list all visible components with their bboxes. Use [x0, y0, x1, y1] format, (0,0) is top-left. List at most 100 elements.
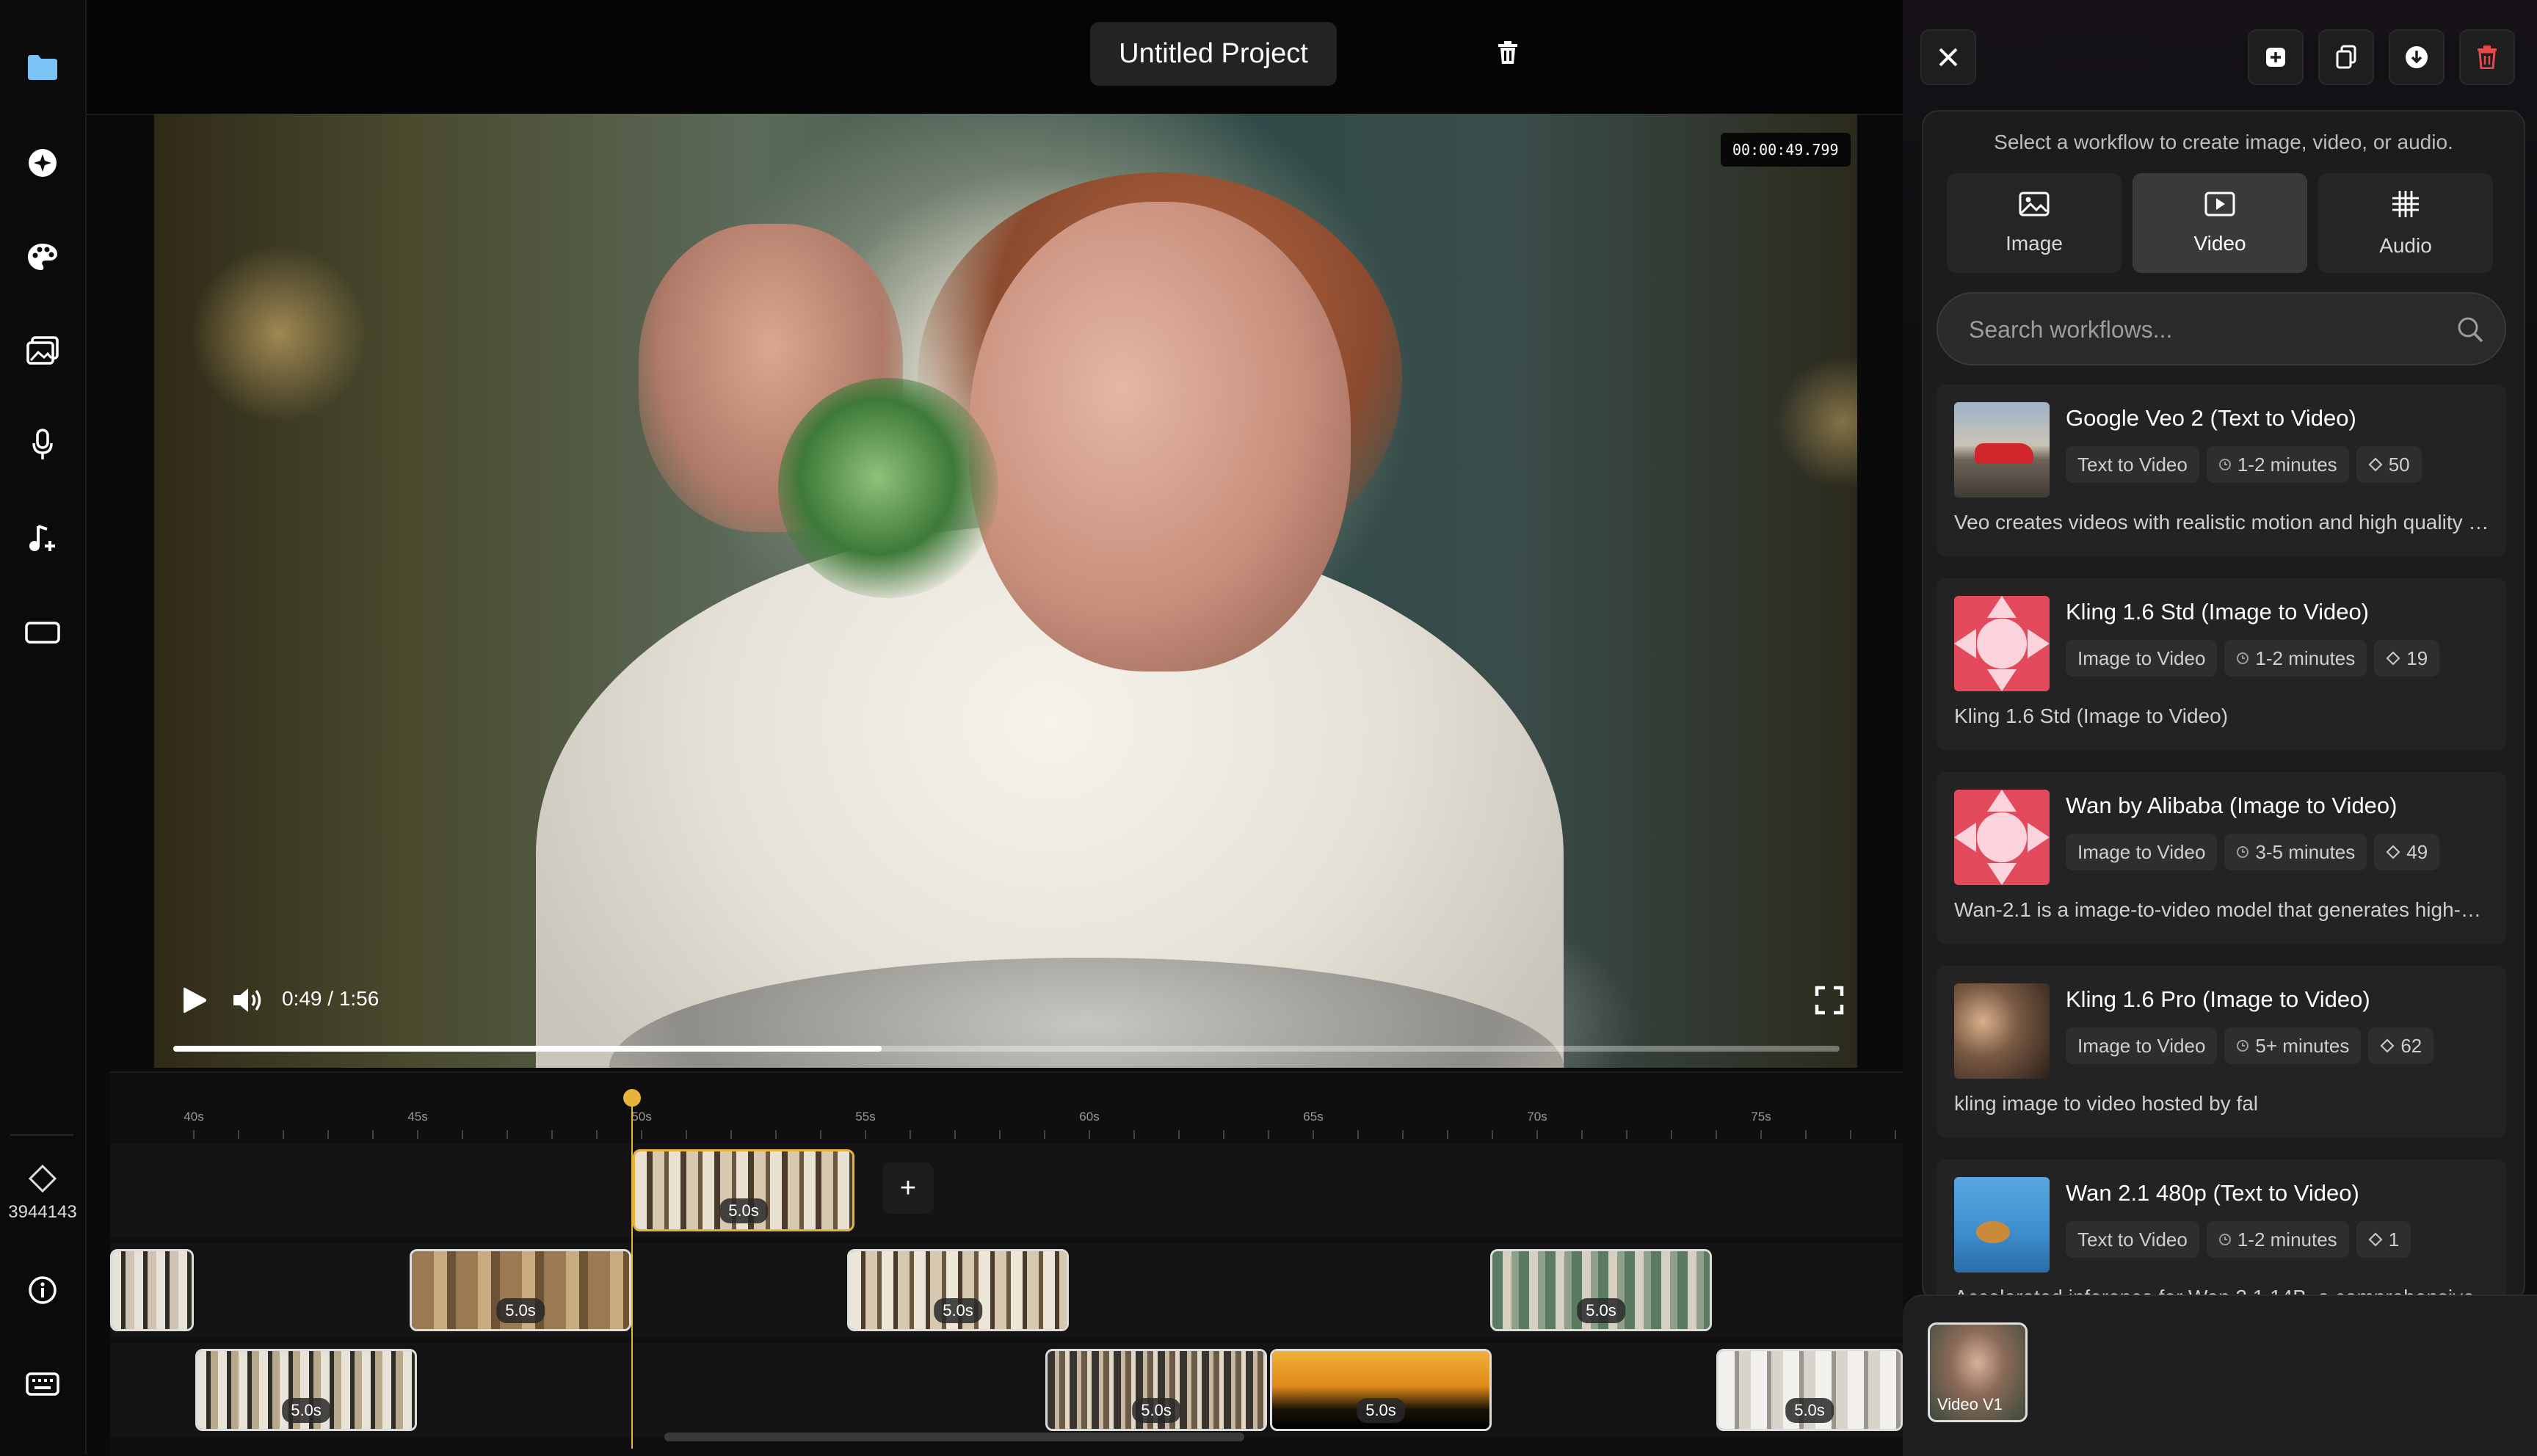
tab-video[interactable]: Video — [2133, 173, 2307, 273]
download-icon[interactable] — [2389, 29, 2445, 85]
video-preview[interactable]: 00:00:49.799 0:49 / 1:56 — [154, 114, 1857, 1068]
ruler-tick-mark — [686, 1130, 687, 1139]
workflow-type-badge: Text to Video — [2066, 1221, 2199, 1258]
ruler-tick-mark — [1626, 1130, 1627, 1139]
delete-project-trash-icon[interactable] — [1487, 32, 1528, 73]
asset-bar: Video V1 — [1903, 1295, 2537, 1456]
ruler-tick-mark — [1671, 1130, 1672, 1139]
clip-duration-label: 5.0s — [934, 1298, 982, 1323]
image-icon — [2019, 192, 2050, 222]
workflow-search[interactable] — [1937, 292, 2506, 365]
folder-icon[interactable] — [21, 46, 65, 90]
ruler-tick-mark — [372, 1130, 374, 1139]
timeline-clip[interactable] — [110, 1249, 194, 1331]
workflow-card-google-veo-2[interactable]: Google Veo 2 (Text to Video) Text to Vid… — [1937, 385, 2506, 556]
timeline-ruler[interactable]: 40s 45s 50s 55s 60s 65s 70s 75s — [110, 1073, 1941, 1139]
ruler-tick-label: 40s — [184, 1110, 204, 1124]
search-icon[interactable] — [2456, 316, 2484, 343]
ruler-tick-mark — [1402, 1130, 1404, 1139]
workflow-cost-badge: 62 — [2368, 1027, 2434, 1064]
timecode-readout: 00:00:49.799 — [1721, 133, 1851, 167]
credits-diamond-icon — [2386, 845, 2400, 859]
workflow-title: Kling 1.6 Pro (Image to Video) — [2066, 986, 2370, 1012]
close-icon[interactable] — [1920, 29, 1976, 85]
workflow-card-kling-1-6-std[interactable]: Kling 1.6 Std (Image to Video) Image to … — [1937, 578, 2506, 750]
duplicate-icon[interactable] — [2318, 29, 2374, 85]
ruler-tick-mark — [1492, 1130, 1493, 1139]
ruler-tick-label: 75s — [1751, 1110, 1771, 1124]
workflow-thumbnail — [1954, 983, 2050, 1079]
credits-diamond-icon — [2368, 457, 2383, 472]
fullscreen-icon[interactable] — [1815, 986, 1844, 1015]
workflow-title: Google Veo 2 (Text to Video) — [2066, 405, 2356, 431]
workflow-thumbnail — [1954, 790, 2050, 885]
keyboard-icon[interactable] — [21, 1362, 65, 1406]
workflow-duration-text: 1-2 minutes — [2237, 1228, 2337, 1251]
delete-trash-icon[interactable] — [2459, 29, 2515, 85]
ruler-tick-mark — [1133, 1130, 1135, 1139]
asset-thumbnail-video-v1[interactable]: Video V1 — [1928, 1322, 2028, 1422]
workflow-type-text: Image to Video — [2077, 647, 2206, 669]
workflow-duration-text: 1-2 minutes — [2237, 453, 2337, 476]
ruler-tick-mark — [327, 1130, 329, 1139]
timeline[interactable]: 40s 45s 50s 55s 60s 65s 70s 75s 5.0s + 5.0s 5.0… — [110, 1071, 1941, 1456]
info-icon[interactable] — [21, 1268, 65, 1312]
playback-progress-fill — [173, 1046, 882, 1052]
ruler-tick-mark — [551, 1130, 553, 1139]
add-clip-button[interactable]: + — [882, 1162, 934, 1214]
workflow-type-badge: Image to Video — [2066, 1027, 2218, 1064]
timeline-clip[interactable]: 5.0s — [1716, 1349, 1903, 1431]
workflow-duration-text: 1-2 minutes — [2255, 647, 2356, 669]
timeline-clip[interactable]: 5.0s — [1490, 1249, 1712, 1331]
workflow-type-badge: Image to Video — [2066, 640, 2218, 677]
workflow-thumbnail — [1954, 1177, 2050, 1273]
playhead-handle[interactable] — [623, 1089, 641, 1107]
workflow-cost-badge: 50 — [2356, 446, 2422, 483]
tab-audio[interactable]: Audio — [2318, 173, 2493, 273]
workflow-card-wan-2-1-480p[interactable]: Wan 2.1 480p (Text to Video) Text to Vid… — [1937, 1160, 2506, 1300]
timeline-clip[interactable]: 5.0s — [847, 1249, 1069, 1331]
workflow-panel: Select a workflow to create image, video… — [1903, 0, 2537, 1455]
tab-image[interactable]: Image — [1947, 173, 2122, 273]
timeline-clip[interactable]: 5.0s — [410, 1249, 631, 1331]
project-title-button[interactable]: Untitled Project — [1090, 22, 1337, 86]
workflow-duration-text: 5+ minutes — [2255, 1034, 2350, 1057]
microphone-icon[interactable] — [21, 423, 65, 467]
workflow-card-wan-alibaba[interactable]: Wan by Alibaba (Image to Video) Image to… — [1937, 772, 2506, 944]
gallery-icon[interactable] — [21, 329, 65, 373]
search-input[interactable] — [1967, 294, 2455, 365]
aspect-ratio-icon[interactable] — [21, 611, 65, 655]
timeline-clip[interactable]: 5.0s — [195, 1349, 417, 1431]
ruler-tick-mark — [1357, 1130, 1359, 1139]
ruler-tick-mark — [999, 1130, 1001, 1139]
play-icon[interactable] — [178, 984, 210, 1016]
ruler-tick-mark — [775, 1130, 777, 1139]
workflow-cost-badge: 49 — [2374, 834, 2440, 870]
workflow-card-kling-1-6-pro[interactable]: Kling 1.6 Pro (Image to Video) Image to … — [1937, 966, 2506, 1138]
music-add-icon[interactable] — [21, 517, 65, 561]
clock-icon — [2218, 1234, 2231, 1245]
volume-icon[interactable] — [231, 984, 266, 1016]
ruler-tick-mark — [1805, 1130, 1807, 1139]
ruler-tick-mark — [1581, 1130, 1583, 1139]
workflow-cost-text: 62 — [2400, 1034, 2422, 1057]
new-item-icon[interactable] — [2248, 29, 2304, 85]
timeline-clip[interactable]: 5.0s — [1270, 1349, 1492, 1431]
playhead-line[interactable] — [631, 1089, 633, 1449]
clip-duration-label: 5.0s — [282, 1398, 330, 1423]
timeline-track-1: 5.0s + — [110, 1143, 1903, 1237]
timeline-track-2: 5.0s 5.0s 5.0s — [110, 1243, 1903, 1337]
ruler-tick-label: 70s — [1527, 1110, 1547, 1124]
palette-icon[interactable] — [21, 235, 65, 279]
add-sparkle-icon[interactable] — [21, 141, 65, 185]
ruler-tick-mark — [820, 1130, 821, 1139]
timeline-scrollbar[interactable] — [664, 1433, 1244, 1441]
playback-time: 0:49 / 1:56 — [282, 987, 380, 1010]
timeline-clip[interactable]: 5.0s — [1045, 1349, 1267, 1431]
timeline-clip-selected[interactable]: 5.0s — [633, 1149, 854, 1231]
playback-progress-bar[interactable] — [173, 1046, 1840, 1052]
asset-label: Video V1 — [1937, 1395, 2003, 1413]
ruler-tick-mark — [730, 1130, 732, 1139]
tab-image-label: Image — [2006, 231, 2063, 255]
ruler-tick-label: 50s — [631, 1110, 652, 1124]
